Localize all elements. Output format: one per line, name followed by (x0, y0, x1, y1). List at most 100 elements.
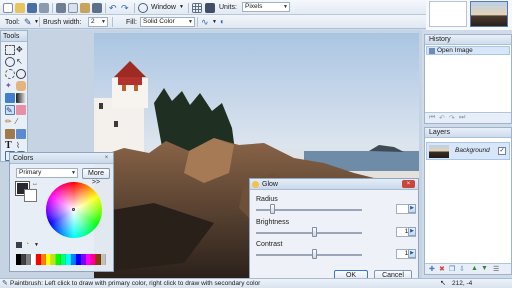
move-selection-tool-icon[interactable]: ↖ (16, 57, 26, 67)
layer-visibility-checkbox[interactable]: ✓ (498, 147, 506, 155)
antialias-icon[interactable]: ∿ (201, 17, 211, 27)
layers-panel-title: Layers (425, 128, 511, 138)
secondary-color-swatch[interactable] (24, 189, 37, 202)
history-panel-footer: ⏮ ↶ ↷ ⏭ (425, 112, 511, 123)
contrast-slider-thumb[interactable] (312, 249, 318, 259)
copy-icon[interactable] (68, 3, 78, 13)
units-select-chevron-icon: ▼ (283, 4, 288, 10)
move-layer-up-icon[interactable]: ▲ (471, 265, 478, 272)
antialias-chevron-icon[interactable]: ▼ (212, 18, 217, 27)
history-item[interactable]: Open Image (426, 46, 510, 55)
line-curve-tool-icon[interactable]: ⌇ (16, 141, 26, 151)
crop-icon[interactable] (92, 3, 102, 13)
status-cursor-icon: ↖ (440, 280, 446, 287)
history-fast-forward-icon[interactable]: ⏭ (459, 114, 465, 122)
brush-width-value: 2 (91, 18, 95, 25)
glow-dialog-close-button[interactable]: × (402, 180, 415, 188)
radius-reset-button[interactable]: ▶ (408, 204, 416, 213)
color-mode-select[interactable]: Primary ▼ (16, 168, 78, 178)
layer-item[interactable]: Background ✓ (426, 142, 510, 160)
radius-slider-thumb[interactable] (269, 204, 275, 214)
brightness-reset-button[interactable]: ▶ (408, 227, 416, 236)
history-redo-icon[interactable]: ↷ (449, 114, 455, 122)
add-layer-icon[interactable]: ✚ (429, 265, 435, 273)
palette-chevron-icon[interactable]: ▼ (34, 242, 39, 248)
save-icon[interactable] (27, 3, 37, 13)
contrast-reset-button[interactable]: ▶ (408, 249, 416, 258)
move-tool-icon[interactable]: ✥ (16, 45, 26, 55)
history-rewind-icon[interactable]: ⏮ (429, 114, 435, 122)
layer-name: Background (455, 147, 490, 154)
color-mode-value: Primary (19, 169, 42, 176)
history-panel: History Open Image ⏮ ↶ ↷ ⏭ (424, 34, 512, 124)
ruler-icon[interactable] (205, 3, 215, 13)
new-file-icon[interactable] (3, 3, 13, 13)
brush-width-label: Brush width: (43, 19, 82, 26)
color-wheel-picker-icon[interactable] (72, 208, 75, 211)
tool-label: Tool: (5, 19, 20, 26)
fill-select-chevron-icon: ▼ (188, 19, 193, 25)
paste-icon[interactable] (80, 3, 90, 13)
delete-layer-icon[interactable]: ✖ (439, 265, 445, 273)
brush-width-select[interactable]: 2 ▼ (88, 17, 108, 27)
units-select[interactable]: Pixels ▼ (242, 2, 290, 12)
layer-thumbnail (429, 145, 449, 158)
rectangle-select-tool-icon[interactable] (5, 45, 15, 55)
ellipse-select-tool-icon[interactable] (5, 69, 15, 79)
undo-icon[interactable]: ↶ (109, 3, 119, 13)
eraser-tool-icon[interactable] (16, 105, 26, 115)
palette-swatch[interactable] (101, 254, 106, 265)
pan-tool-icon[interactable] (16, 81, 26, 91)
redo-icon[interactable]: ↷ (121, 3, 131, 13)
brightness-slider-thumb[interactable] (312, 227, 318, 237)
recolor-tool-icon[interactable] (16, 129, 26, 139)
clone-stamp-tool-icon[interactable] (5, 129, 15, 139)
paintbrush-tool-icon[interactable]: ✎ (24, 17, 34, 27)
pencil-tool-icon[interactable]: ✏ (5, 117, 15, 127)
duplicate-layer-icon[interactable]: ❐ (449, 265, 455, 273)
lasso-tool-icon[interactable] (5, 57, 15, 67)
open-folder-icon[interactable] (15, 3, 25, 13)
palette-options-icon[interactable] (16, 242, 22, 248)
tools-panel-title: Tools (1, 31, 27, 42)
layers-panel-footer: ✚ ✖ ❐ ⇩ ▲ ▼ ☰ (425, 263, 511, 274)
blend-mode-icon[interactable]: ◐ (220, 17, 230, 27)
magic-wand-tool-icon[interactable]: ✦ (5, 81, 15, 91)
contrast-label: Contrast (256, 241, 283, 248)
tools-panel: Tools ✥ ↖ ✦ ✎ ✏ ⁄ T ⌇ (0, 30, 28, 162)
window-menu[interactable]: Window (151, 3, 176, 12)
layer-properties-icon[interactable]: ☰ (493, 265, 499, 273)
brightness-label: Brightness (256, 219, 290, 226)
colors-panel-title: Colors (10, 153, 113, 164)
color-picker-tool-icon[interactable]: ⁄ (16, 117, 26, 127)
window-menu-chevron-icon[interactable]: ▼ (179, 3, 184, 12)
color-mode-chevron-icon: ▼ (71, 170, 76, 176)
paintbrush-tool-icon[interactable]: ✎ (5, 105, 15, 115)
move-layer-down-icon[interactable]: ▼ (481, 265, 488, 272)
units-select-value: Pixels (245, 3, 263, 10)
print-icon[interactable] (39, 3, 49, 13)
layers-panel: Layers Background ✓ ✚ ✖ ❐ ⇩ ▲ ▼ ☰ (424, 127, 512, 275)
image-thumbnail-blank[interactable] (429, 1, 467, 27)
zoom-tool-icon[interactable] (16, 69, 26, 79)
fill-select[interactable]: Solid Color ▼ (140, 17, 195, 27)
image-thumbnail-lighthouse[interactable] (470, 1, 508, 27)
color-palette (16, 254, 108, 266)
history-item-icon (429, 48, 435, 54)
swap-colors-icon[interactable]: ↔ (32, 181, 38, 187)
grid-icon[interactable] (192, 3, 202, 13)
cut-icon[interactable] (56, 3, 66, 13)
more-colors-button[interactable]: More >> (82, 168, 110, 186)
zoom-icon[interactable] (138, 3, 148, 13)
history-item-label: Open Image (437, 47, 473, 54)
history-undo-icon[interactable]: ↶ (439, 114, 445, 122)
colors-panel-close-icon[interactable]: × (100, 154, 113, 162)
history-panel-title: History (425, 35, 511, 45)
merge-layer-icon[interactable]: ⇩ (459, 265, 465, 273)
brightness-slider-track (256, 232, 362, 234)
status-bar: ✎ Paintbrush: Left click to draw with pr… (0, 278, 512, 288)
paint-bucket-tool-icon[interactable] (5, 93, 15, 103)
gradient-tool-icon[interactable] (16, 93, 26, 103)
text-tool-icon[interactable]: T (5, 141, 15, 151)
palette-add-icon[interactable]: ◔ (25, 241, 29, 248)
